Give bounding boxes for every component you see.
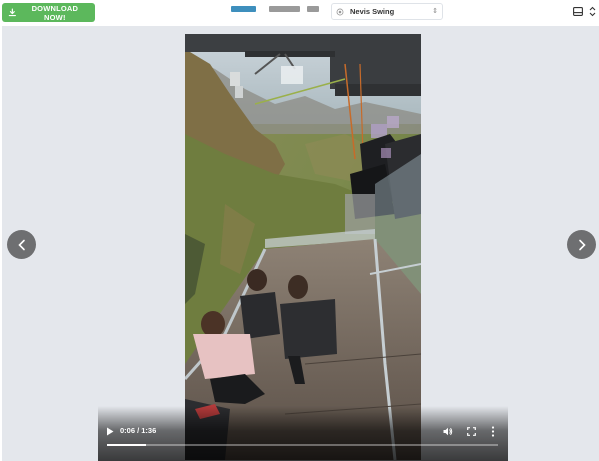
- video-time: 0:06 / 1:36: [120, 426, 157, 435]
- video-progress-fill: [107, 444, 147, 446]
- select-value: Nevis Swing: [350, 7, 395, 16]
- blurred-tab-1: [231, 6, 256, 12]
- top-toolbar: DOWNLOAD NOW! Nevis Swing ⇕: [0, 0, 599, 26]
- next-button[interactable]: [567, 230, 596, 259]
- location-icon: [336, 8, 344, 15]
- blurred-tab-2: [269, 6, 300, 12]
- download-icon: [8, 8, 16, 17]
- sort-icon[interactable]: [589, 6, 596, 17]
- fullscreen-icon[interactable]: [467, 427, 476, 436]
- more-options-icon[interactable]: [491, 426, 495, 437]
- video-progress-bar[interactable]: [107, 444, 498, 446]
- download-label: DOWNLOAD NOW!: [31, 3, 79, 22]
- viewer-stage: 0:06 / 1:36: [2, 26, 599, 461]
- gallery-select[interactable]: Nevis Swing ⇕: [331, 3, 443, 20]
- play-icon[interactable]: [106, 427, 114, 436]
- volume-icon[interactable]: [443, 427, 453, 436]
- previous-button[interactable]: [7, 230, 36, 259]
- download-button[interactable]: DOWNLOAD NOW!: [2, 3, 95, 22]
- blurred-tab-3: [307, 6, 319, 12]
- video-controls: 0:06 / 1:36: [98, 406, 508, 461]
- chevron-left-icon: [17, 239, 25, 250]
- layout-icon[interactable]: [573, 7, 583, 16]
- chevron-right-icon: [578, 239, 586, 250]
- video-frame[interactable]: [185, 34, 421, 460]
- video-frame-image: [185, 34, 421, 460]
- select-chevron-icon: ⇕: [432, 8, 438, 15]
